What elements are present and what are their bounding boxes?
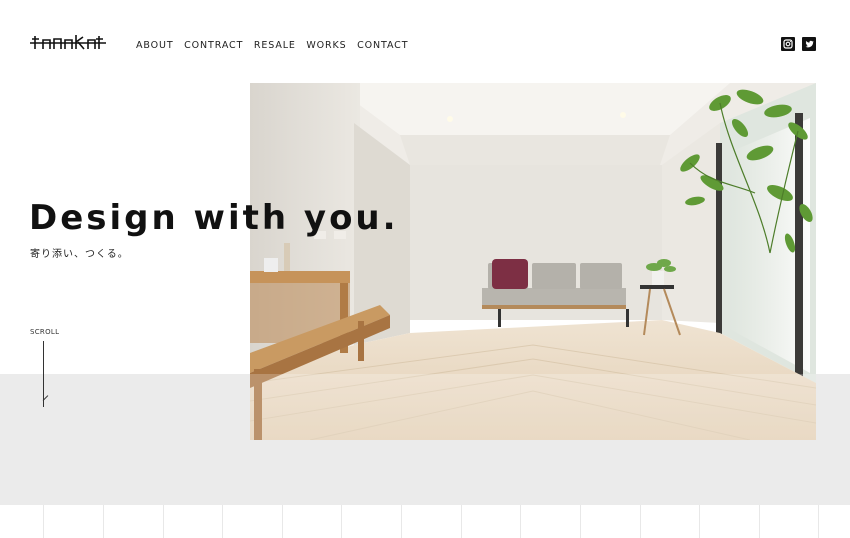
nav-resale[interactable]: RESALE <box>254 40 296 51</box>
main-nav: ABOUT CONTRACT RESALE WORKS CONTACT <box>136 40 419 51</box>
nav-works[interactable]: WORKS <box>306 40 346 51</box>
nav-about[interactable]: ABOUT <box>136 40 174 51</box>
logo-mark-icon <box>30 35 106 50</box>
hero-headline: Design with you. <box>29 198 399 238</box>
nav-contract[interactable]: CONTRACT <box>184 40 243 51</box>
grid-strip <box>0 505 850 538</box>
twitter-icon[interactable] <box>802 37 816 51</box>
hero-image <box>250 83 816 440</box>
hero-subline: 寄り添い、つくる。 <box>30 249 129 260</box>
scroll-label: SCROLL <box>30 328 60 336</box>
nav-contact[interactable]: CONTACT <box>357 40 408 51</box>
instagram-icon[interactable] <box>781 37 795 51</box>
site-logo[interactable] <box>30 31 106 51</box>
